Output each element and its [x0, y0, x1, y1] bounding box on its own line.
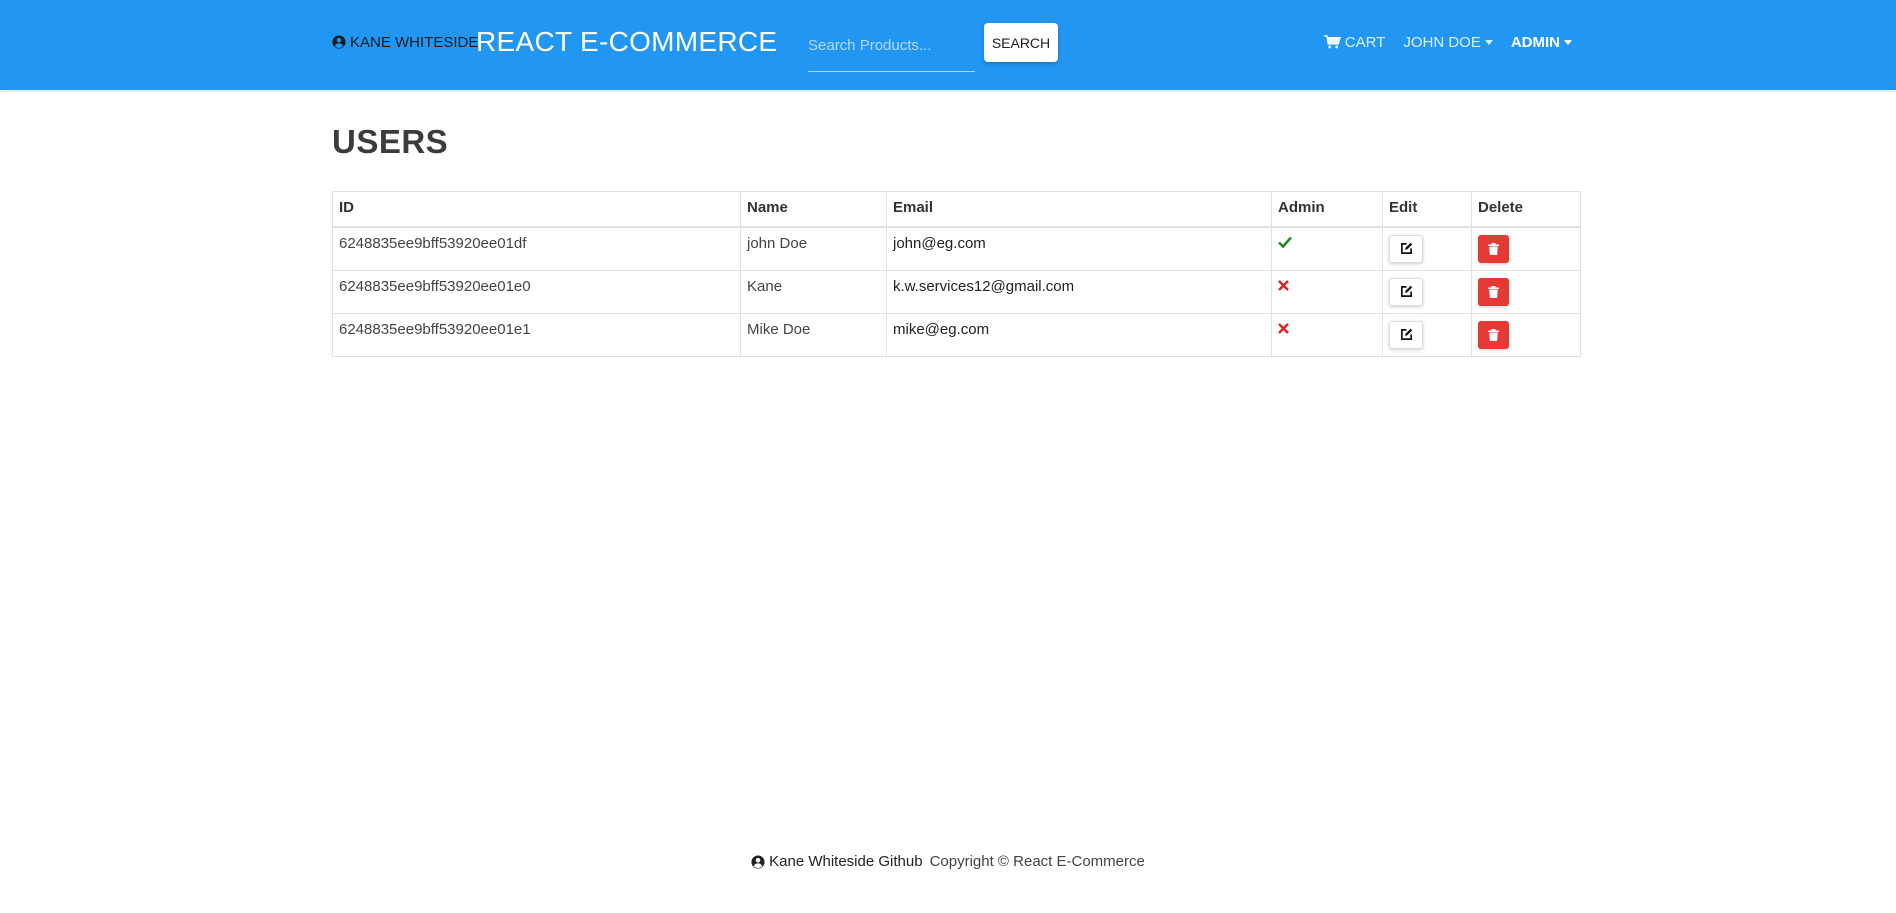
- cart-link[interactable]: Cart: [1323, 33, 1386, 51]
- edit-icon: [1400, 328, 1412, 340]
- edit-icon: [1400, 242, 1412, 254]
- column-header-admin: Admin: [1271, 191, 1383, 228]
- edit-user-button[interactable]: [1389, 234, 1423, 263]
- caret-down-icon: [1564, 39, 1572, 45]
- trash-icon: [1488, 242, 1499, 255]
- user-edit-cell: [1382, 226, 1472, 271]
- delete-user-button[interactable]: [1478, 234, 1509, 263]
- table-row: 6248835ee9bff53920ee01e0 Kane k.w.servic…: [332, 269, 1581, 314]
- email-link[interactable]: mike@eg.com: [893, 321, 989, 338]
- column-header-email: Email: [886, 191, 1272, 228]
- user-id-cell: 6248835ee9bff53920ee01e0: [332, 269, 741, 314]
- table-row: 6248835ee9bff53920ee01e1 Mike Doe mike@e…: [332, 312, 1581, 357]
- trash-icon: [1488, 285, 1499, 298]
- column-header-edit: Edit: [1382, 191, 1472, 228]
- nav-menu: Cart John Doe Admin: [1306, 32, 1572, 52]
- table-row: 6248835ee9bff53920ee01df john Doe john@e…: [332, 226, 1581, 271]
- email-link[interactable]: k.w.services12@gmail.com: [893, 278, 1074, 295]
- user-email-cell: john@eg.com: [886, 226, 1272, 271]
- footer: Kane Whiteside Github Copyright © React …: [0, 853, 1896, 870]
- user-circle-icon: [751, 854, 765, 869]
- email-link[interactable]: john@eg.com: [893, 235, 986, 252]
- user-edit-cell: [1382, 269, 1472, 314]
- column-header-delete: Delete: [1471, 191, 1581, 228]
- user-menu-label: John Doe: [1403, 33, 1481, 51]
- brand-logo[interactable]: React E-Commerce: [476, 26, 777, 58]
- user-email-cell: k.w.services12@gmail.com: [886, 269, 1272, 314]
- admin-menu-label: Admin: [1510, 33, 1560, 51]
- user-menu-dropdown[interactable]: John Doe: [1403, 34, 1493, 51]
- user-admin-cell: [1271, 269, 1383, 314]
- admin-menu-dropdown[interactable]: Admin: [1511, 34, 1572, 51]
- user-circle-icon: [332, 35, 346, 49]
- edit-icon: [1400, 285, 1412, 297]
- github-link-label: Kane Whiteside Github: [769, 853, 923, 870]
- edit-user-button[interactable]: [1389, 277, 1423, 306]
- user-email-cell: mike@eg.com: [886, 312, 1272, 357]
- user-name-cell: john Doe: [740, 226, 887, 271]
- trash-icon: [1488, 328, 1499, 341]
- user-id-cell: 6248835ee9bff53920ee01df: [332, 226, 741, 271]
- profile-link[interactable]: Kane Whiteside: [332, 32, 478, 52]
- shopping-cart-icon: [1323, 35, 1341, 49]
- cart-label: Cart: [1344, 33, 1386, 51]
- search-input[interactable]: [808, 22, 975, 72]
- page-title: Users: [332, 123, 449, 160]
- delete-user-button[interactable]: [1478, 277, 1509, 306]
- user-delete-cell: [1471, 312, 1581, 357]
- times-icon: [1278, 322, 1289, 334]
- column-header-id: ID: [332, 191, 741, 228]
- times-icon: [1278, 279, 1289, 291]
- edit-user-button[interactable]: [1389, 320, 1423, 349]
- user-delete-cell: [1471, 226, 1581, 271]
- user-name-cell: Kane: [740, 269, 887, 314]
- navbar: Kane Whiteside React E-Commerce Search C…: [0, 0, 1896, 90]
- column-header-name: Name: [740, 191, 887, 228]
- delete-user-button[interactable]: [1478, 320, 1509, 349]
- users-table: ID Name Email Admin Edit Delete 6248835e…: [332, 191, 1581, 357]
- github-link[interactable]: Kane Whiteside Github: [751, 853, 923, 870]
- check-icon: [1278, 236, 1292, 248]
- search-button[interactable]: Search: [984, 23, 1058, 62]
- table-header-row: ID Name Email Admin Edit Delete: [332, 191, 1581, 228]
- user-admin-cell: [1271, 312, 1383, 357]
- caret-down-icon: [1484, 39, 1493, 45]
- user-admin-cell: [1271, 226, 1383, 271]
- user-id-cell: 6248835ee9bff53920ee01e1: [332, 312, 741, 357]
- copyright-text: Copyright © React E-Commerce: [929, 853, 1145, 870]
- user-delete-cell: [1471, 269, 1581, 314]
- profile-link-label: Kane Whiteside: [350, 33, 479, 51]
- user-name-cell: Mike Doe: [740, 312, 887, 357]
- user-edit-cell: [1382, 312, 1472, 357]
